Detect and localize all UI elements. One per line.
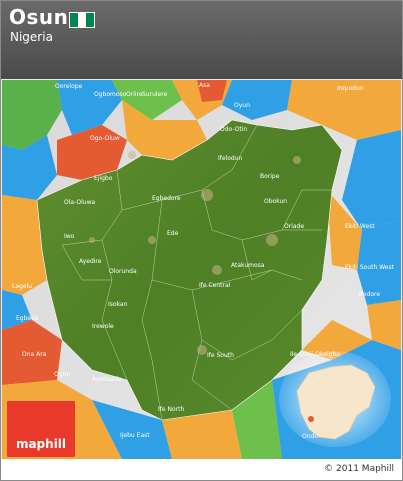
- maphill-logo-text: maphill: [15, 437, 67, 451]
- svg-text:Ayedire: Ayedire: [79, 258, 102, 265]
- svg-text:Ekiti West: Ekiti West: [345, 223, 375, 230]
- svg-text:Egbedore: Egbedore: [152, 195, 181, 202]
- svg-text:Ogo-Oluw: Ogo-Oluw: [90, 135, 120, 142]
- neighbor-lga-area: [2, 195, 42, 255]
- svg-text:Oriire: Oriire: [126, 91, 143, 98]
- svg-text:Ife South: Ife South: [207, 352, 234, 359]
- svg-text:Ola-Oluwa: Ola-Oluwa: [64, 199, 95, 206]
- copyright-notice: © 2011 Maphill: [324, 464, 394, 474]
- svg-text:Boripe: Boripe: [260, 173, 280, 180]
- svg-text:Isokan: Isokan: [108, 301, 128, 308]
- svg-text:Iwo: Iwo: [64, 233, 75, 240]
- svg-text:Ijebu East: Ijebu East: [120, 432, 150, 439]
- svg-text:Ekiti South West: Ekiti South West: [345, 264, 395, 271]
- nigeria-flag-icon: [69, 12, 95, 28]
- svg-text:Irewole: Irewole: [92, 323, 114, 330]
- svg-text:Ejigbo: Ejigbo: [94, 175, 113, 182]
- map-frame: Osun Nigeria Oorelope Ogbomoso Surulere …: [0, 0, 403, 481]
- svg-text:Asa: Asa: [199, 82, 210, 89]
- svg-text:Odo-Otin: Odo-Otin: [220, 126, 247, 133]
- maphill-logo[interactable]: maphill: [7, 401, 75, 457]
- header-bar: Osun Nigeria: [1, 1, 402, 79]
- svg-text:Surulere: Surulere: [142, 91, 168, 98]
- svg-text:Ogun: Ogun: [54, 371, 70, 378]
- page-title: Osun: [9, 5, 69, 29]
- svg-text:Ogbomoso: Ogbomoso: [94, 91, 127, 98]
- svg-text:Ifelodun: Ifelodun: [218, 155, 243, 162]
- svg-text:Ife Central: Ife Central: [199, 282, 231, 289]
- svg-text:Ifedore: Ifedore: [359, 291, 380, 298]
- osun-location-marker: [308, 416, 314, 422]
- svg-text:Olorunda: Olorunda: [109, 268, 137, 275]
- svg-text:Obokun: Obokun: [264, 198, 287, 205]
- svg-text:Oyun: Oyun: [234, 102, 250, 109]
- page-subtitle: Nigeria: [10, 30, 53, 44]
- svg-text:Oorelope: Oorelope: [55, 83, 83, 90]
- svg-text:Ona Ara: Ona Ara: [22, 351, 47, 358]
- nigeria-locator-inset: [279, 351, 391, 447]
- svg-text:Lagelu: Lagelu: [12, 283, 32, 290]
- svg-text:Atakumosa: Atakumosa: [231, 262, 265, 269]
- svg-text:Ife North: Ife North: [158, 406, 184, 413]
- svg-text:Oriade: Oriade: [284, 223, 304, 230]
- svg-text:Ede: Ede: [167, 230, 179, 237]
- svg-text:Egbeda: Egbeda: [16, 315, 39, 322]
- svg-text:Irepodun: Irepodun: [337, 85, 364, 92]
- svg-text:Ayedaade: Ayedaade: [92, 376, 122, 383]
